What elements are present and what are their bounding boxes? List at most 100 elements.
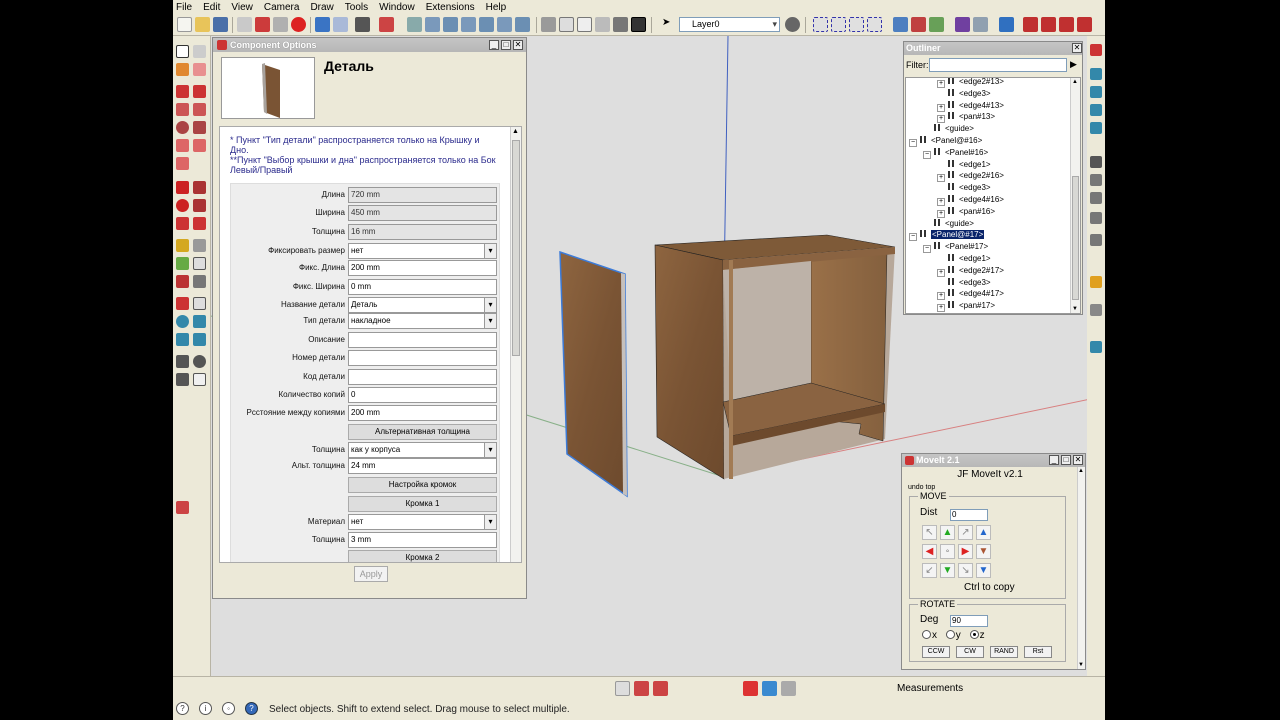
form-field-input[interactable]: 3 mm bbox=[348, 532, 497, 548]
outliner-row[interactable]: + <edge4#16> bbox=[937, 194, 1004, 206]
undo-icon[interactable] bbox=[315, 17, 330, 32]
cabinet[interactable] bbox=[654, 234, 896, 480]
wireframe-icon[interactable] bbox=[559, 17, 574, 32]
close-button[interactable]: ✕ bbox=[513, 40, 523, 50]
menu-camera[interactable]: Camera bbox=[264, 2, 300, 13]
move-icon[interactable] bbox=[176, 181, 189, 194]
pan-icon[interactable] bbox=[193, 297, 206, 310]
outliner-row[interactable]: <edge1> bbox=[937, 253, 991, 265]
plugin-red-icon[interactable] bbox=[1023, 17, 1038, 32]
zoom-window-icon[interactable] bbox=[193, 315, 206, 328]
section-plane-tool-icon[interactable] bbox=[193, 373, 206, 386]
dialog-title-bar[interactable]: Component Options bbox=[213, 38, 526, 52]
outliner-scroll-up[interactable]: ▲ bbox=[1072, 79, 1078, 85]
form-field-select[interactable]: Деталь bbox=[348, 297, 497, 313]
outliner-row[interactable]: + <edge4#17> bbox=[937, 288, 1004, 301]
form-field-select[interactable]: накладное bbox=[348, 313, 497, 329]
right-tool-icon-7[interactable] bbox=[1090, 174, 1102, 186]
right-view-icon[interactable] bbox=[461, 17, 476, 32]
credits-icon[interactable]: i bbox=[199, 702, 212, 715]
cw-button[interactable]: CW bbox=[956, 646, 984, 658]
moveit-minimize-button[interactable]: _ bbox=[1049, 455, 1059, 465]
outliner-row[interactable]: + <edge2#17> bbox=[937, 265, 1004, 277]
shaded-icon[interactable] bbox=[595, 17, 610, 32]
menu-view[interactable]: View bbox=[231, 2, 253, 13]
save-icon[interactable] bbox=[213, 17, 228, 32]
form-section-button[interactable]: Настройка кромок bbox=[348, 477, 497, 493]
right-tool-icon-9[interactable] bbox=[1090, 212, 1102, 224]
tape-measure-icon[interactable] bbox=[176, 239, 189, 252]
right-tool-icon-13[interactable] bbox=[1090, 341, 1102, 353]
move-left-icon[interactable]: ◀ bbox=[922, 544, 937, 559]
outliner-row[interactable]: + <pan#13> bbox=[937, 111, 995, 124]
selected-panel[interactable] bbox=[559, 250, 628, 498]
expand-icon[interactable]: + bbox=[937, 304, 945, 313]
protractor-icon[interactable] bbox=[176, 257, 189, 270]
moveit-scroll-up[interactable]: ▲ bbox=[1078, 468, 1084, 474]
move-down-icon[interactable]: ▼ bbox=[940, 563, 955, 578]
outliner-row[interactable]: + <edge2#13> bbox=[937, 78, 1004, 88]
moveit-close-button[interactable]: ✕ bbox=[1073, 455, 1083, 465]
right-tool-icon-1[interactable] bbox=[1090, 44, 1102, 56]
status-tool-icon-4[interactable] bbox=[743, 681, 758, 696]
bottom-view-icon[interactable] bbox=[515, 17, 530, 32]
outliner-row[interactable]: + <pan#17> bbox=[937, 300, 995, 313]
form-field-input[interactable]: 0 mm bbox=[348, 279, 497, 295]
status-tool-icon-3[interactable] bbox=[653, 681, 668, 696]
xray-icon[interactable] bbox=[541, 17, 556, 32]
move-up-icon[interactable]: ▲ bbox=[940, 525, 955, 540]
copy-icon[interactable] bbox=[255, 17, 270, 32]
look-around-icon[interactable] bbox=[193, 355, 206, 368]
dimension-icon[interactable] bbox=[193, 239, 206, 252]
status-tool-icon-6[interactable] bbox=[781, 681, 796, 696]
follow-me-icon[interactable] bbox=[193, 199, 206, 212]
section-fill-icon[interactable] bbox=[867, 17, 882, 32]
expand-icon[interactable]: + bbox=[937, 198, 945, 206]
text-icon[interactable] bbox=[193, 257, 206, 270]
menu-edit[interactable]: Edit bbox=[203, 2, 220, 13]
form-section-button[interactable]: Альтернативная толщина bbox=[348, 424, 497, 440]
layer-select[interactable]: Layer0 bbox=[679, 17, 780, 32]
right-tool-icon-12[interactable] bbox=[1090, 304, 1102, 316]
redo-icon[interactable] bbox=[333, 17, 348, 32]
form-field-input[interactable]: 24 mm bbox=[348, 458, 497, 474]
geo-location-icon[interactable]: ? bbox=[176, 702, 189, 715]
axes-icon[interactable] bbox=[176, 275, 189, 288]
expand-icon[interactable]: + bbox=[937, 268, 945, 277]
shaded-textures-icon[interactable] bbox=[613, 17, 628, 32]
options-scrollbar[interactable]: ▲ bbox=[510, 127, 521, 562]
expand-icon[interactable]: + bbox=[937, 209, 945, 218]
menu-draw[interactable]: Draw bbox=[310, 2, 333, 13]
menu-help[interactable]: Help bbox=[486, 2, 507, 13]
form-section-button[interactable]: Кромка 1 bbox=[348, 496, 497, 512]
share-model-icon[interactable] bbox=[999, 17, 1014, 32]
form-field-select[interactable]: нет bbox=[348, 243, 497, 259]
components-icon[interactable] bbox=[893, 17, 908, 32]
form-field-input[interactable] bbox=[348, 350, 497, 366]
outliner-row[interactable]: − <Panel@#17> bbox=[909, 229, 985, 242]
dist-input[interactable]: 0 bbox=[950, 509, 988, 521]
collapse-icon[interactable]: − bbox=[923, 150, 931, 159]
moveit-maximize-button[interactable]: □ bbox=[1061, 455, 1071, 465]
plugin-red-icon-2[interactable] bbox=[1041, 17, 1056, 32]
rst-button[interactable]: Rst bbox=[1024, 646, 1052, 658]
status-tool-icon-1[interactable] bbox=[615, 681, 630, 696]
paste-icon[interactable] bbox=[273, 17, 288, 32]
menu-tools[interactable]: Tools bbox=[345, 2, 368, 13]
front-view-icon[interactable] bbox=[443, 17, 458, 32]
right-tool-icon-4[interactable] bbox=[1090, 104, 1102, 116]
section-plane-icon[interactable] bbox=[813, 17, 828, 32]
walk-icon[interactable] bbox=[176, 373, 189, 386]
form-field-input[interactable]: 200 mm bbox=[348, 405, 497, 421]
orbit-icon[interactable] bbox=[176, 297, 189, 310]
circle-icon[interactable] bbox=[176, 121, 189, 134]
zoom-icon[interactable] bbox=[176, 315, 189, 328]
expand-icon[interactable]: + bbox=[937, 103, 945, 112]
moveit-undo-link[interactable]: undo top bbox=[908, 484, 935, 491]
outliner-menu-icon[interactable]: ▶ bbox=[1070, 59, 1077, 70]
eraser-icon[interactable] bbox=[193, 63, 206, 76]
deg-input[interactable]: 90 bbox=[950, 615, 988, 627]
outliner-row[interactable]: <edge1> bbox=[937, 159, 991, 171]
move-front-right-icon[interactable]: ↘ bbox=[958, 563, 973, 578]
expand-icon[interactable]: + bbox=[937, 174, 945, 183]
